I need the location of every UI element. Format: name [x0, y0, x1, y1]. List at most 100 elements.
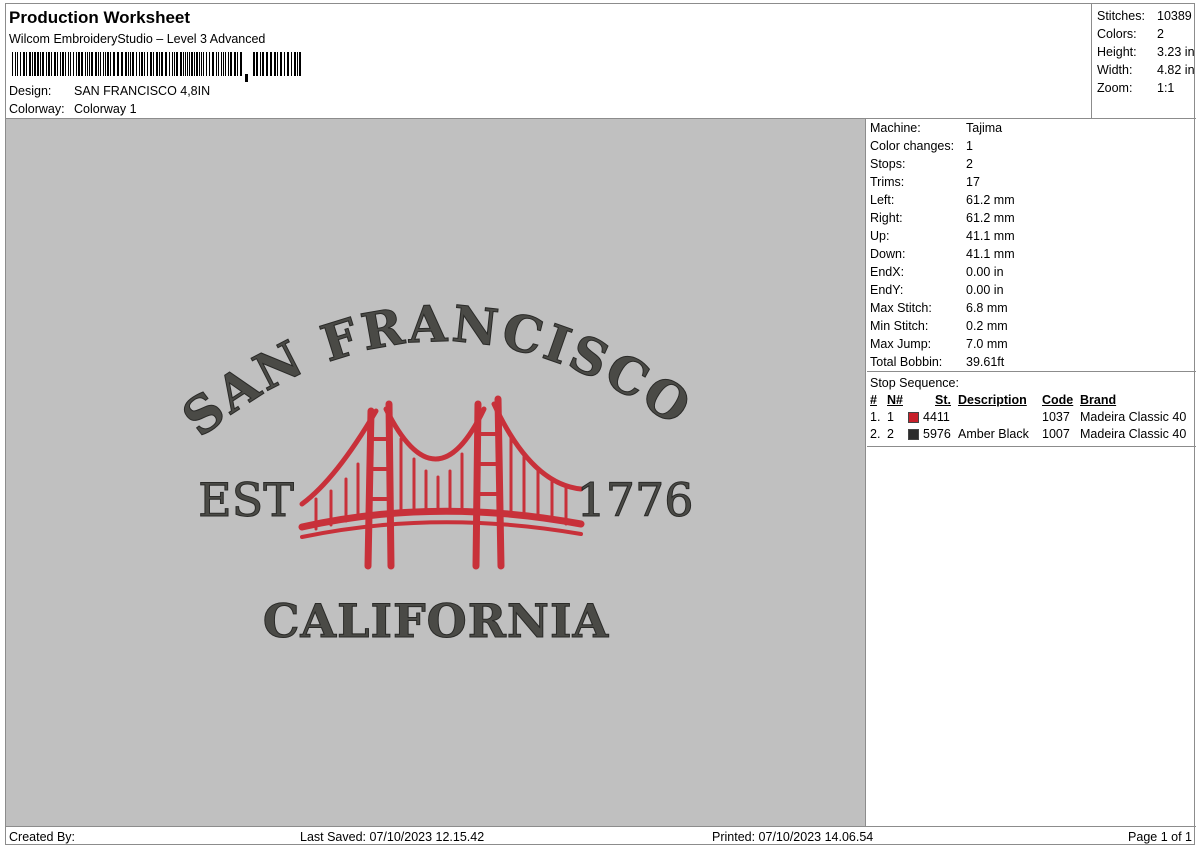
info-row-up: Up: 41.1 mm: [867, 227, 1196, 245]
info-label: Right:: [870, 211, 903, 225]
design-label: Design:: [9, 84, 52, 98]
stat-value: 1:1: [1157, 81, 1175, 95]
page-title: Production Worksheet: [9, 8, 191, 27]
info-row-total-bobbin: Total Bobbin: 39.61ft: [867, 353, 1196, 371]
info-value: 7.0 mm: [966, 337, 1008, 351]
stat-value: 2: [1157, 27, 1164, 41]
design-row: Design: SAN FRANCISCO 4,8IN: [9, 84, 210, 98]
colorway-value: Colorway 1: [74, 102, 137, 116]
stat-label: Colors:: [1097, 27, 1137, 41]
row-brand: Madeira Classic 40: [1080, 427, 1187, 441]
info-row-endy: EndY: 0.00 in: [867, 281, 1196, 299]
info-label: Total Bobbin:: [870, 355, 943, 369]
info-value: 1: [966, 139, 973, 153]
info-row-trims: Trims: 17: [867, 173, 1196, 191]
info-label: EndY:: [870, 283, 904, 297]
machine-info-panel: Machine: Tajima Color changes: 1 Stops: 2 T…: [867, 119, 1196, 826]
info-label: Left:: [870, 193, 895, 207]
stat-value: 4.82 in: [1157, 63, 1195, 77]
info-row-color-changes: Color changes: 1: [867, 137, 1196, 155]
stop-sequence-title: Stop Sequence:: [870, 376, 959, 390]
info-row-machine: Machine: Tajima: [867, 119, 1196, 137]
last-saved: Last Saved: 07/10/2023 12.15.42: [300, 830, 485, 844]
header-description: Description: [958, 393, 1027, 407]
printed-date: Printed: 07/10/2023 14.06.54: [712, 830, 874, 844]
stat-value: 10389: [1157, 9, 1192, 23]
row-stitches: 4411: [923, 410, 950, 424]
page-number: Page 1 of 1: [1128, 830, 1192, 844]
stat-zoom: Zoom: 1:1: [1092, 79, 1196, 97]
header-brand: Brand: [1080, 393, 1117, 407]
design-preview: SAN FRANCISCO EST 1776 CALIFORNIA: [6, 119, 866, 826]
created-by: Created By:: [9, 830, 76, 844]
header-stitches: St.: [935, 393, 951, 407]
color-swatch: [908, 412, 919, 423]
info-value: 61.2 mm: [966, 193, 1015, 207]
info-value: 6.8 mm: [966, 301, 1008, 315]
info-label: Down:: [870, 247, 906, 261]
info-value: 41.1 mm: [966, 247, 1015, 261]
design-value: SAN FRANCISCO 4,8IN: [74, 84, 211, 98]
row-stitches: 5976: [923, 427, 951, 441]
header-needle: N#: [887, 393, 903, 407]
color-swatch: [908, 429, 919, 440]
info-value: 61.2 mm: [966, 211, 1015, 225]
info-value: 17: [966, 175, 980, 189]
worksheet-frame: Production Worksheet Wilcom EmbroiderySt…: [5, 3, 1196, 846]
info-label: Color changes:: [870, 139, 955, 153]
state-text: CALIFORNIA: [263, 594, 610, 648]
info-label: Min Stitch:: [870, 319, 929, 333]
section-divider: [867, 371, 1196, 372]
colorway-label: Colorway:: [9, 102, 65, 116]
stats-box: Stitches: 10389 Colors: 2 Height: 3.23 in W…: [1091, 4, 1196, 119]
info-row-stops: Stops: 2: [867, 155, 1196, 173]
stat-label: Zoom:: [1097, 81, 1133, 95]
est-text: EST: [198, 473, 294, 527]
arc-text: SAN FRANCISCO: [171, 294, 703, 448]
info-row-max-jump: Max Jump: 7.0 mm: [867, 335, 1196, 353]
stat-height: Height: 3.23 in: [1092, 43, 1196, 61]
row-num: 1.: [870, 410, 881, 424]
row-needle: 1: [887, 410, 894, 424]
row-code: 1037: [1042, 410, 1070, 424]
info-label: Max Stitch:: [870, 301, 932, 315]
info-row-endx: EndX: 0.00 in: [867, 263, 1196, 281]
table-row: 1. 1 4411 1037 Madeira Classic 40: [867, 409, 1196, 426]
info-label: Up:: [870, 229, 890, 243]
info-label: Machine:: [870, 121, 921, 135]
embroidery-design: SAN FRANCISCO EST 1776 CALIFORNIA: [171, 293, 703, 648]
info-label: Trims:: [870, 175, 905, 189]
info-label: Stops:: [870, 157, 906, 171]
row-code: 1007: [1042, 427, 1070, 441]
row-needle: 2: [887, 427, 894, 441]
section-divider: [867, 446, 1196, 447]
stat-label: Width:: [1097, 63, 1133, 77]
info-value: 39.61ft: [966, 355, 1005, 369]
stat-label: Height:: [1097, 45, 1137, 59]
info-row-left: Left: 61.2 mm: [867, 191, 1196, 209]
info-row-max-stitch: Max Stitch: 6.8 mm: [867, 299, 1196, 317]
table-row: 2. 2 5976 Amber Black 1007 Madeira Class…: [867, 426, 1196, 443]
barcode: [12, 52, 301, 82]
worksheet-footer: Created By: Last Saved: 07/10/2023 12.15…: [6, 826, 1196, 846]
sequence-header-row: # N# St. Description Code Brand: [867, 392, 1196, 409]
info-row-right: Right: 61.2 mm: [867, 209, 1196, 227]
info-value: 0.00 in: [966, 265, 1004, 279]
row-brand: Madeira Classic 40: [1080, 410, 1187, 424]
stat-value: 3.23 in: [1157, 45, 1195, 59]
info-value: 2: [966, 157, 973, 171]
software-name: Wilcom EmbroideryStudio – Level 3 Advanc…: [9, 32, 266, 46]
info-value: Tajima: [966, 121, 1003, 135]
header-code: Code: [1042, 393, 1074, 407]
info-label: EndX:: [870, 265, 905, 279]
row-description: Amber Black: [958, 427, 1029, 441]
header-num: #: [870, 393, 877, 407]
info-row-min-stitch: Min Stitch: 0.2 mm: [867, 317, 1196, 335]
stat-colors: Colors: 2: [1092, 25, 1196, 43]
colorway-row: Colorway: Colorway 1: [9, 102, 137, 116]
year-text: 1776: [576, 473, 693, 527]
info-value: 0.2 mm: [966, 319, 1008, 333]
row-num: 2.: [870, 427, 881, 441]
info-value: 0.00 in: [966, 283, 1004, 297]
info-value: 41.1 mm: [966, 229, 1015, 243]
